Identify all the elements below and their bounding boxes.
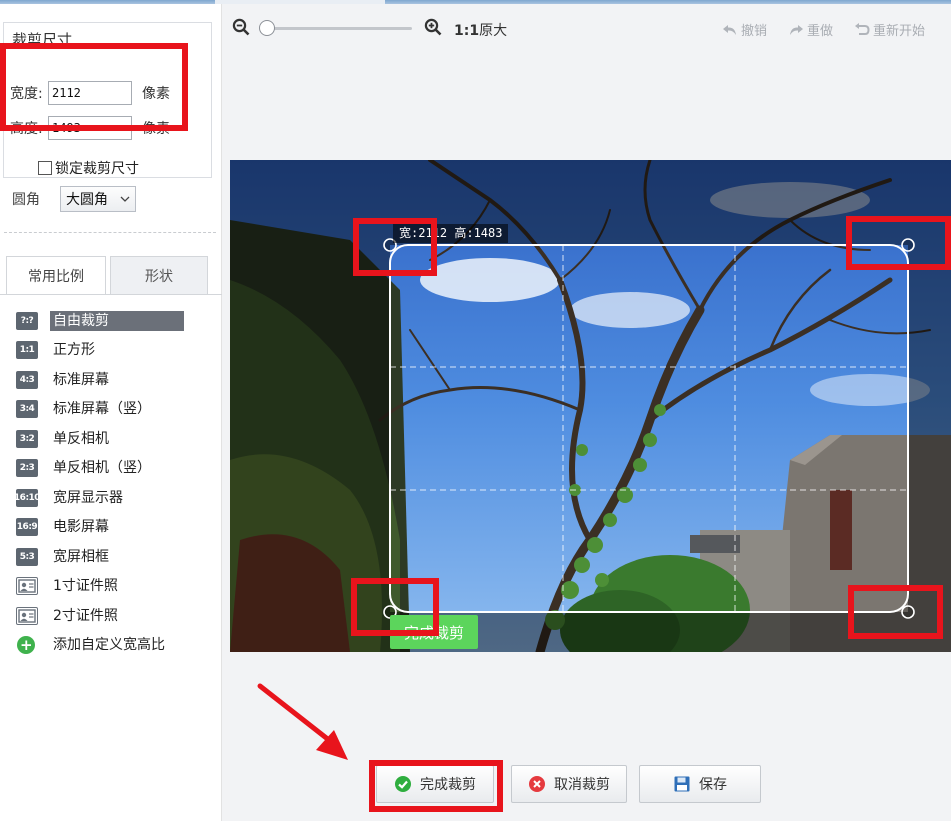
annotation-arrow-icon — [257, 683, 348, 760]
ratio-16-9-icon: 16:9 — [16, 518, 38, 537]
corner-label: 圆角 — [12, 192, 40, 208]
ratio-label: 正方形 — [53, 342, 95, 359]
id-photo-icon — [16, 577, 38, 596]
redo-button[interactable]: 重做 — [788, 20, 833, 39]
zoom-ratio-label: 1:1 — [454, 23, 480, 39]
plus-icon: + — [17, 636, 35, 655]
floppy-disk-icon — [674, 776, 690, 792]
save-button[interactable]: 保存 — [639, 765, 761, 803]
ratio-item-3-2[interactable]: 3:2 单反相机 — [16, 424, 212, 454]
restart-button[interactable]: 重新开始 — [854, 20, 925, 39]
cancel-crop-label: 取消裁剪 — [554, 777, 610, 793]
restart-icon — [855, 22, 870, 35]
corner-select[interactable]: 大圆角 — [60, 186, 136, 212]
zoom-in-icon[interactable] — [424, 18, 442, 36]
ratio-label: 宽屏显示器 — [53, 489, 123, 506]
ratio-item-16-10[interactable]: 16:10 宽屏显示器 — [14, 483, 212, 513]
undo-icon — [723, 24, 736, 35]
photo-image — [230, 160, 951, 652]
original-size-button[interactable]: 1:1原大 — [454, 20, 507, 40]
ratio-label: 单反相机 — [53, 430, 109, 447]
lock-size-label: 锁定裁剪尺寸 — [55, 161, 139, 177]
restart-label: 重新开始 — [873, 24, 926, 39]
lock-size-row[interactable]: 锁定裁剪尺寸 — [38, 158, 139, 178]
corner-row: 圆角 大圆角 — [12, 186, 136, 212]
image-canvas[interactable]: 宽:2112 高:1483 完成裁剪 — [230, 160, 951, 652]
ratio-5-3-icon: 5:3 — [16, 547, 38, 566]
undo-button[interactable]: 撤销 — [722, 20, 767, 39]
ratio-3-4-icon: 3:4 — [16, 400, 38, 419]
ratio-free-icon: ?:? — [16, 311, 38, 330]
cancel-crop-button[interactable]: 取消裁剪 — [511, 765, 627, 803]
ratio-label: 宽屏相框 — [53, 548, 109, 565]
ratio-item-4-3[interactable]: 4:3 标准屏幕 — [16, 365, 212, 395]
tab-common-ratio[interactable]: 常用比例 — [6, 256, 106, 294]
annotation-box-corner-bottom-left — [351, 578, 439, 636]
ratio-label: 1寸证件照 — [53, 578, 118, 595]
annotation-box-corner-top-left — [353, 218, 437, 276]
ratio-item-2-3[interactable]: 2:3 单反相机（竖） — [16, 454, 212, 484]
save-label: 保存 — [699, 777, 727, 793]
corner-selected-value: 大圆角 — [66, 192, 108, 208]
ratio-list: ?:? 自由裁剪 1:1 正方形 4:3 标准屏幕 3:4 标准屏幕（竖） 3:… — [14, 306, 212, 661]
annotation-box-size-fields — [0, 43, 188, 131]
undo-label: 撤销 — [741, 24, 768, 39]
annotation-box-done-button — [369, 760, 503, 812]
ratio-item-free[interactable]: ?:? 自由裁剪 — [16, 306, 212, 336]
tabs-baseline — [0, 294, 222, 295]
ratio-tabs: 常用比例 形状 — [6, 256, 212, 294]
ratio-label: 标准屏幕 — [53, 371, 109, 388]
chevron-down-icon — [120, 196, 130, 202]
ratio-label: 自由裁剪 — [50, 310, 184, 331]
redo-icon — [790, 24, 803, 35]
ratio-item-id-1[interactable]: 1寸证件照 — [16, 572, 212, 602]
ratio-2-3-icon: 2:3 — [16, 459, 38, 478]
redo-label: 重做 — [807, 24, 834, 39]
ratio-item-5-3[interactable]: 5:3 宽屏相框 — [16, 542, 212, 572]
ratio-label: 电影屏幕 — [53, 519, 109, 536]
divider — [4, 232, 216, 233]
ratio-label: 单反相机（竖） — [53, 460, 151, 477]
zoom-slider-track[interactable] — [262, 27, 412, 30]
ratio-4-3-icon: 4:3 — [16, 370, 38, 389]
zoom-out-icon[interactable] — [232, 18, 250, 36]
tab-shape[interactable]: 形状 — [110, 256, 208, 294]
cancel-circle-icon — [529, 776, 545, 792]
ratio-3-2-icon: 3:2 — [16, 429, 38, 448]
ratio-item-16-9[interactable]: 16:9 电影屏幕 — [16, 513, 212, 543]
zoom-slider-handle[interactable] — [259, 20, 275, 36]
ratio-item-square[interactable]: 1:1 正方形 — [16, 336, 212, 366]
ratio-item-add-custom[interactable]: + 添加自定义宽高比 — [16, 631, 212, 661]
ratio-label: 标准屏幕（竖） — [53, 401, 151, 418]
annotation-box-corner-bottom-right — [848, 585, 943, 639]
ratio-label: 添加自定义宽高比 — [53, 637, 165, 654]
ratio-item-id-2[interactable]: 2寸证件照 — [16, 601, 212, 631]
id-photo-icon — [16, 606, 38, 625]
ratio-1-1-icon: 1:1 — [16, 341, 38, 360]
lock-size-checkbox[interactable] — [38, 161, 52, 175]
original-size-label: 原大 — [479, 23, 508, 39]
annotation-box-corner-top-right — [846, 216, 951, 270]
toolbar: 1:1原大 撤销 重做 重新开始 — [222, 4, 951, 48]
ratio-label: 2寸证件照 — [53, 607, 118, 624]
ratio-16-10-icon: 16:10 — [14, 488, 41, 507]
ratio-item-3-4[interactable]: 3:4 标准屏幕（竖） — [16, 395, 212, 425]
